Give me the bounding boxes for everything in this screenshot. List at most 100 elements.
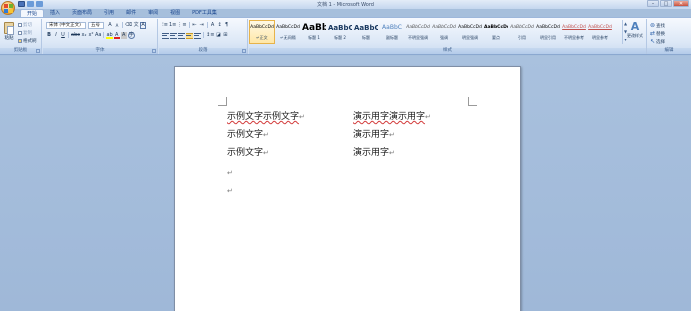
- style-item-7[interactable]: AaBbCcDd 强调: [431, 20, 457, 44]
- grow-font-icon[interactable]: A: [107, 22, 113, 29]
- sort-icon[interactable]: ↕: [217, 22, 223, 29]
- shading-icon[interactable]: ◪: [215, 32, 221, 39]
- document-workspace[interactable]: 示例文字示例文字↵ 示例文字↵ 示例文字↵ 演示用字演示用字↵ 演示用字↵ 演示…: [0, 56, 691, 311]
- style-item-3[interactable]: AaBbC 标题 2: [327, 20, 353, 44]
- ribbon-tabs: 开始 插入 页面布局 引用 邮件 审阅 视图 PDF工具集: [20, 9, 223, 17]
- change-styles-button[interactable]: A 更改样式: [626, 20, 644, 46]
- style-item-0[interactable]: AaBbCcDd ↵正文: [249, 20, 275, 44]
- doc-line-left-3[interactable]: 示例文字↵: [227, 148, 269, 159]
- style-item-13[interactable]: AaBbCcDd 明显参考: [587, 20, 613, 44]
- tab-2[interactable]: 页面布局: [66, 9, 98, 17]
- style-item-5[interactable]: AaBbC 副标题: [379, 20, 405, 44]
- enclose-char-icon[interactable]: 字: [127, 32, 135, 39]
- tab-4[interactable]: 邮件: [120, 9, 142, 17]
- tab-0[interactable]: 开始: [20, 9, 45, 17]
- doc-line-right-3[interactable]: 演示用字↵: [353, 148, 395, 159]
- style-item-8[interactable]: AaBbCcDd 明显强调: [457, 20, 483, 44]
- line-spacing-icon[interactable]: ↕≡: [206, 32, 214, 39]
- change-case-icon[interactable]: Aa: [95, 32, 101, 39]
- style-sample: AaBbCcDd: [510, 25, 534, 30]
- style-sample: AaBbCcDd: [484, 25, 508, 30]
- tab-7[interactable]: PDF工具集: [186, 9, 223, 17]
- empty-paragraph-mark[interactable]: ↵: [227, 186, 233, 197]
- tab-3[interactable]: 引用: [98, 9, 120, 17]
- bold-icon[interactable]: B: [46, 32, 52, 39]
- phonetic-guide-icon[interactable]: 文: [133, 22, 139, 29]
- copy-label: 复制: [23, 31, 32, 36]
- chinese-layout-icon[interactable]: A: [210, 22, 216, 29]
- justify-icon[interactable]: [186, 33, 193, 39]
- find-button[interactable]: ⊚ 查找: [650, 22, 665, 29]
- align-center-icon[interactable]: [170, 33, 177, 39]
- style-item-1[interactable]: AaBbCcDd ↵无间隔: [275, 20, 301, 44]
- style-sample: AaBb: [302, 23, 326, 33]
- style-item-11[interactable]: AaBbCcDd 明显引用: [535, 20, 561, 44]
- multilevel-list-icon[interactable]: ⋮≡: [177, 22, 186, 29]
- copy-button[interactable]: 复制: [18, 30, 32, 36]
- empty-paragraph-mark[interactable]: ↵: [227, 168, 233, 179]
- style-name: ↵无间隔: [280, 35, 296, 40]
- style-sample: AaBbCcDd: [276, 25, 300, 30]
- subscript-icon[interactable]: x₂: [81, 32, 87, 39]
- doc-line-right-2[interactable]: 演示用字↵: [353, 130, 395, 141]
- shrink-font-icon[interactable]: A: [114, 22, 120, 29]
- increase-indent-icon[interactable]: ⇥: [199, 22, 205, 29]
- paragraph-mark: ↵: [263, 131, 269, 139]
- paste-button[interactable]: 粘贴: [2, 21, 16, 46]
- style-item-2[interactable]: AaBb 标题 1: [301, 20, 327, 44]
- style-item-6[interactable]: AaBbCcDd 不明显强调: [405, 20, 431, 44]
- format-painter-button[interactable]: 格式刷: [18, 38, 37, 44]
- highlight-icon[interactable]: ab: [106, 32, 113, 39]
- replace-button[interactable]: ⇄ 替换: [650, 30, 665, 37]
- font-size-select[interactable]: 五号: [88, 22, 104, 29]
- tab-5[interactable]: 审阅: [142, 9, 164, 17]
- char-shading-icon[interactable]: A: [120, 32, 127, 39]
- underline-icon[interactable]: U: [60, 32, 66, 39]
- maximize-button[interactable]: □: [660, 0, 672, 7]
- tab-6[interactable]: 视图: [164, 9, 186, 17]
- change-styles-icon: A: [630, 20, 640, 33]
- borders-icon[interactable]: ⊞: [222, 32, 228, 39]
- decrease-indent-icon[interactable]: ⇤: [192, 22, 198, 29]
- style-name: 副标题: [386, 35, 398, 40]
- numbering-icon[interactable]: 1≡: [169, 22, 176, 29]
- bullets-icon[interactable]: ⁝≡: [162, 22, 168, 29]
- font-color-icon[interactable]: A: [113, 32, 120, 39]
- close-button[interactable]: ✕: [673, 0, 689, 7]
- window-title: 文档 1 - Microsoft Word: [317, 2, 374, 8]
- char-border-icon[interactable]: A: [140, 22, 147, 29]
- editing-group-label: 编辑: [647, 48, 691, 54]
- paste-label: 粘贴: [4, 36, 14, 41]
- dialog-launcher-icon[interactable]: [242, 49, 246, 53]
- align-left-icon[interactable]: [162, 33, 169, 39]
- style-name: 不明显参考: [564, 35, 584, 40]
- font-name-select[interactable]: 宋体 (中文正文): [46, 22, 86, 29]
- italic-icon[interactable]: I: [53, 32, 59, 39]
- style-item-10[interactable]: AaBbCcDd 引用: [509, 20, 535, 44]
- strikethrough-icon[interactable]: abc: [71, 32, 80, 39]
- minimize-button[interactable]: –: [647, 0, 659, 7]
- style-item-12[interactable]: AaBbCcDd 不明显参考: [561, 20, 587, 44]
- superscript-icon[interactable]: x²: [88, 32, 94, 39]
- cut-button[interactable]: 剪切: [18, 22, 32, 28]
- office-button[interactable]: [1, 1, 15, 15]
- style-name: 明显引用: [540, 35, 556, 40]
- line-text: 演示用字: [353, 130, 390, 140]
- doc-line-right-1[interactable]: 演示用字演示用字↵: [353, 112, 431, 123]
- office-logo-icon: [4, 4, 13, 13]
- document-page[interactable]: 示例文字示例文字↵ 示例文字↵ 示例文字↵ 演示用字演示用字↵ 演示用字↵ 演示…: [174, 66, 521, 311]
- tab-1[interactable]: 插入: [44, 9, 66, 17]
- format-painter-label: 格式刷: [23, 39, 37, 44]
- distributed-icon[interactable]: [194, 33, 201, 39]
- dialog-launcher-icon[interactable]: [152, 49, 156, 53]
- show-marks-icon[interactable]: ¶: [224, 22, 230, 29]
- doc-line-left-1[interactable]: 示例文字示例文字↵: [227, 112, 305, 123]
- clear-format-icon[interactable]: ⌫: [125, 22, 132, 29]
- style-item-4[interactable]: AaBbC 标题: [353, 20, 379, 44]
- dialog-launcher-icon[interactable]: [36, 49, 40, 53]
- align-right-icon[interactable]: [178, 33, 185, 39]
- doc-line-left-2[interactable]: 示例文字↵: [227, 130, 269, 141]
- style-item-9[interactable]: AaBbCcDd 要点: [483, 20, 509, 44]
- style-sample: AaBbC: [382, 24, 402, 31]
- select-button[interactable]: ↖ 选择: [650, 38, 665, 45]
